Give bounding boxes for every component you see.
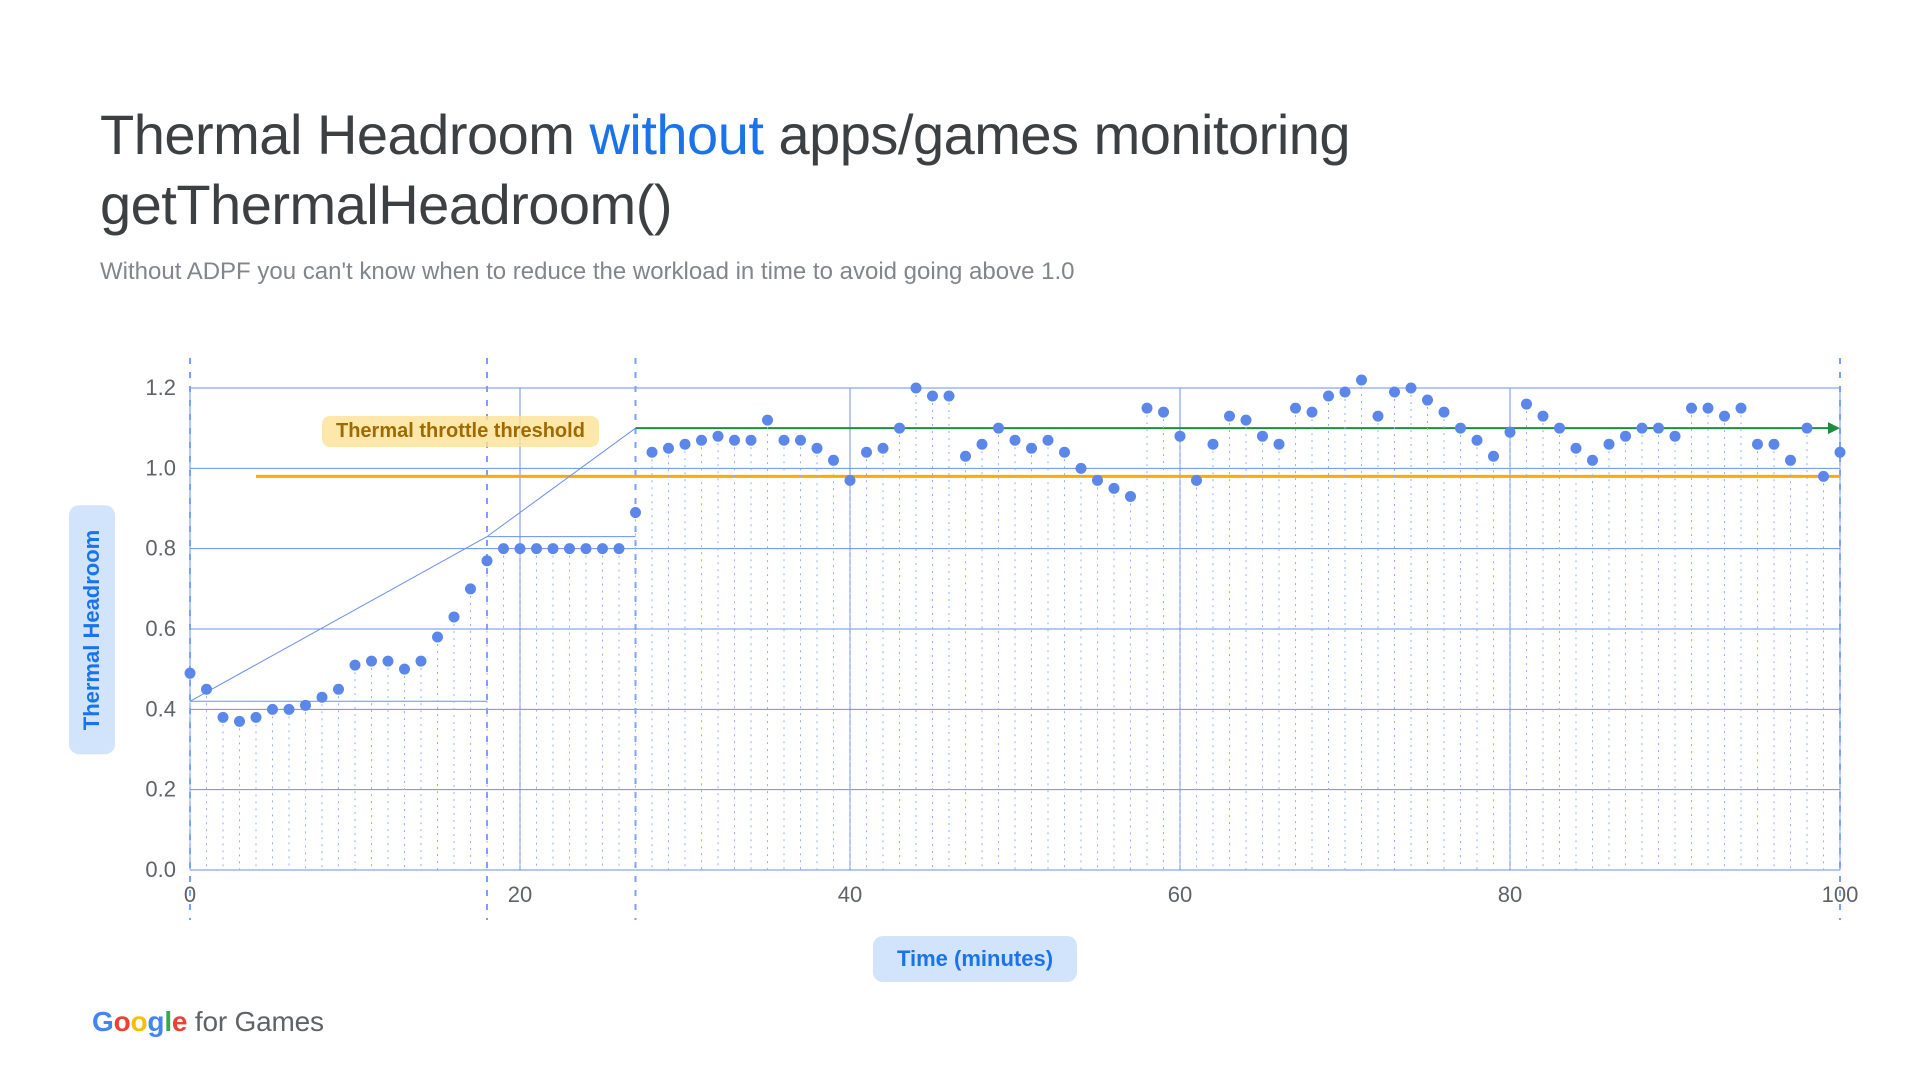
svg-text:0.4: 0.4: [145, 696, 176, 721]
svg-text:1.0: 1.0: [145, 455, 176, 480]
x-axis-label: Time (minutes): [873, 936, 1077, 982]
svg-text:1.2: 1.2: [145, 375, 176, 400]
google-logo-letter: e: [172, 1006, 187, 1037]
threshold-annotation: Thermal throttle threshold: [322, 416, 599, 447]
google-logo-letter: o: [131, 1006, 148, 1037]
chart: Thermal Headroom 0.00.20.40.60.81.01.202…: [100, 380, 1850, 940]
svg-text:0.2: 0.2: [145, 777, 176, 802]
svg-text:0.6: 0.6: [145, 616, 176, 641]
slide-title: Thermal Headroom without apps/games moni…: [100, 100, 1820, 240]
svg-text:0.0: 0.0: [145, 857, 176, 882]
google-logo-letter: g: [147, 1006, 164, 1037]
svg-text:60: 60: [1168, 882, 1192, 907]
svg-text:20: 20: [508, 882, 532, 907]
slide-subtitle: Without ADPF you can't know when to redu…: [100, 258, 1820, 286]
title-pre: Thermal Headroom: [100, 103, 589, 166]
title-accent: without: [589, 103, 763, 166]
google-logo-letter: o: [114, 1006, 131, 1037]
svg-text:40: 40: [838, 882, 862, 907]
footer-text: for Games: [195, 1006, 324, 1037]
chart-svg: 0.00.20.40.60.81.01.2020406080100: [100, 380, 1850, 940]
svg-text:80: 80: [1498, 882, 1522, 907]
google-logo-letter: l: [164, 1006, 172, 1037]
svg-text:0.8: 0.8: [145, 536, 176, 561]
google-logo-letter: G: [92, 1006, 114, 1037]
footer-brand: Google for Games: [92, 1006, 324, 1038]
